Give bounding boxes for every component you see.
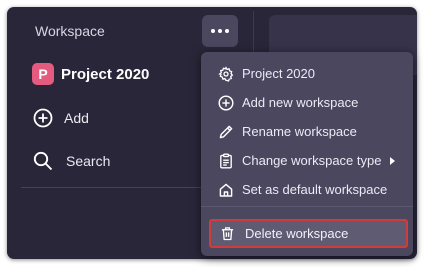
menu-separator: [201, 206, 413, 207]
menu-item-delete-workspace[interactable]: Delete workspace: [209, 219, 408, 248]
menu-item-label: Change workspace type: [242, 153, 382, 168]
clipboard-icon: [216, 151, 236, 171]
sidebar-item-project[interactable]: P Project 2020: [32, 63, 149, 85]
pencil-icon: [216, 122, 236, 142]
project-name: Project 2020: [61, 65, 150, 83]
sidebar-divider: [21, 187, 231, 188]
menu-item-rename-workspace[interactable]: Rename workspace: [201, 117, 413, 146]
sidebar-item-search[interactable]: Search: [32, 150, 110, 172]
menu-item-add-workspace[interactable]: Add new workspace: [201, 88, 413, 117]
add-label: Add: [64, 110, 89, 126]
search-icon: [32, 150, 54, 172]
workspace-context-menu: Project 2020 Add new workspace Rename wo…: [201, 52, 413, 256]
menu-item-label: Add new workspace: [242, 95, 359, 110]
menu-item-project-settings[interactable]: Project 2020: [201, 59, 413, 88]
menu-item-label: Project 2020: [242, 66, 315, 81]
more-horizontal-icon: [211, 29, 229, 33]
search-label: Search: [66, 153, 111, 169]
plus-circle-icon: [32, 107, 54, 129]
delete-label: Delete workspace: [245, 226, 349, 241]
project-avatar: P: [32, 63, 54, 85]
submenu-arrow-icon: [390, 156, 396, 165]
gear-icon: [216, 64, 236, 84]
more-options-button[interactable]: [202, 15, 238, 47]
menu-item-label: Rename workspace: [242, 124, 357, 139]
workspace-label: Workspace: [35, 23, 105, 39]
menu-item-set-default[interactable]: Set as default workspace: [201, 175, 413, 204]
plus-circle-icon: [216, 93, 236, 113]
trash-icon: [218, 225, 236, 243]
menu-item-label: Set as default workspace: [242, 182, 388, 197]
sidebar-item-add[interactable]: Add: [32, 107, 89, 129]
home-icon: [216, 180, 236, 200]
menu-item-change-workspace-type[interactable]: Change workspace type: [201, 146, 413, 175]
